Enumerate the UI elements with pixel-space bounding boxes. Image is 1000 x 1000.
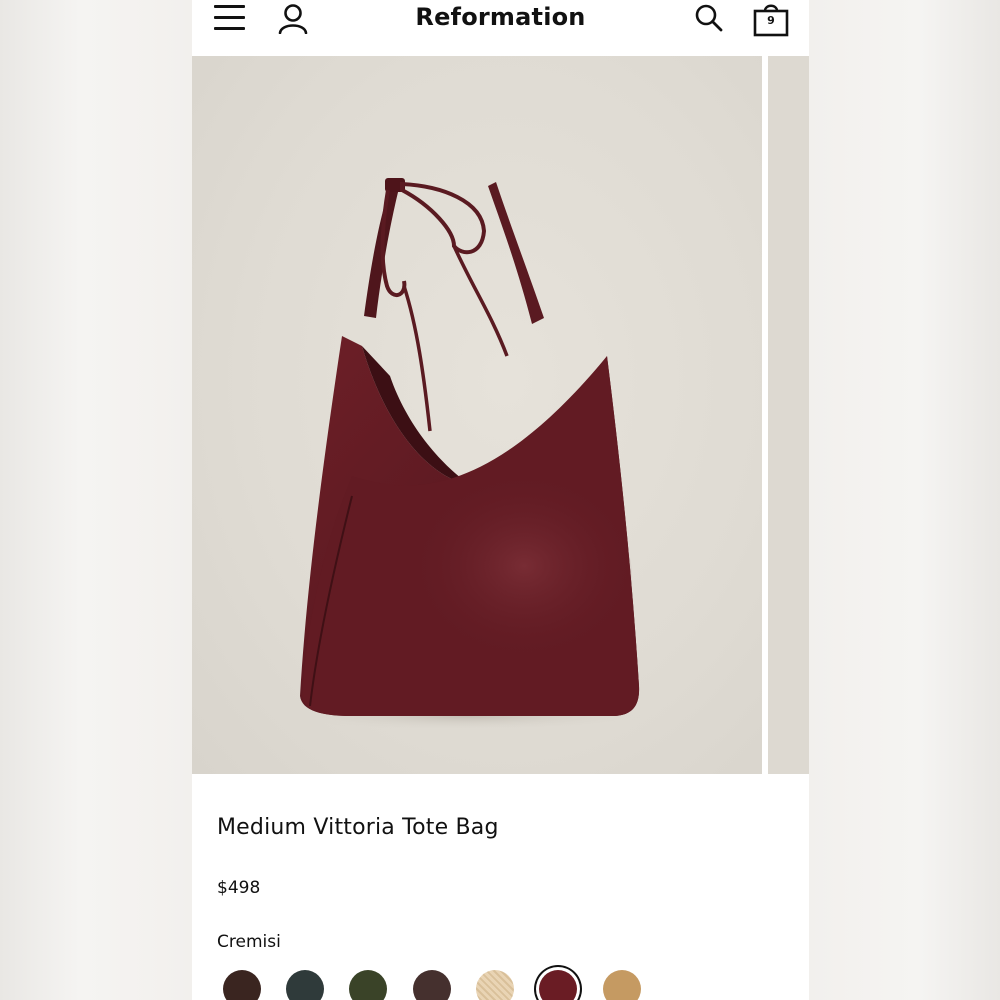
color-swatch[interactable]	[413, 970, 451, 1000]
color-swatch[interactable]	[349, 970, 387, 1000]
shopping-bag-icon[interactable]: 9	[752, 0, 790, 38]
color-swatch[interactable]	[223, 970, 261, 1000]
product-price: $498	[217, 878, 261, 898]
color-swatch-selected[interactable]	[539, 970, 577, 1000]
search-icon[interactable]	[693, 2, 725, 34]
brand-logo[interactable]: Reformation	[392, 3, 609, 31]
next-product-image-peek[interactable]	[768, 56, 809, 774]
site-header: Reformation 9	[192, 0, 809, 56]
color-swatch[interactable]	[603, 970, 641, 1000]
product-image-gallery[interactable]	[192, 56, 809, 774]
mobile-page: Reformation 9 Medium Vittoria Tote Bag $…	[192, 0, 809, 1000]
tote-bag-photo	[292, 178, 642, 730]
account-icon[interactable]	[276, 2, 310, 34]
hamburger-menu-icon[interactable]	[212, 3, 248, 35]
color-swatches	[192, 970, 809, 1000]
product-title: Medium Vittoria Tote Bag	[217, 815, 499, 840]
selected-color-name: Cremisi	[217, 932, 281, 952]
product-info: Medium Vittoria Tote Bag $498 Cremisi	[192, 774, 809, 1000]
product-image[interactable]	[192, 56, 762, 774]
bag-count-badge: 9	[767, 14, 775, 27]
color-swatch[interactable]	[286, 970, 324, 1000]
color-swatch[interactable]	[476, 970, 514, 1000]
